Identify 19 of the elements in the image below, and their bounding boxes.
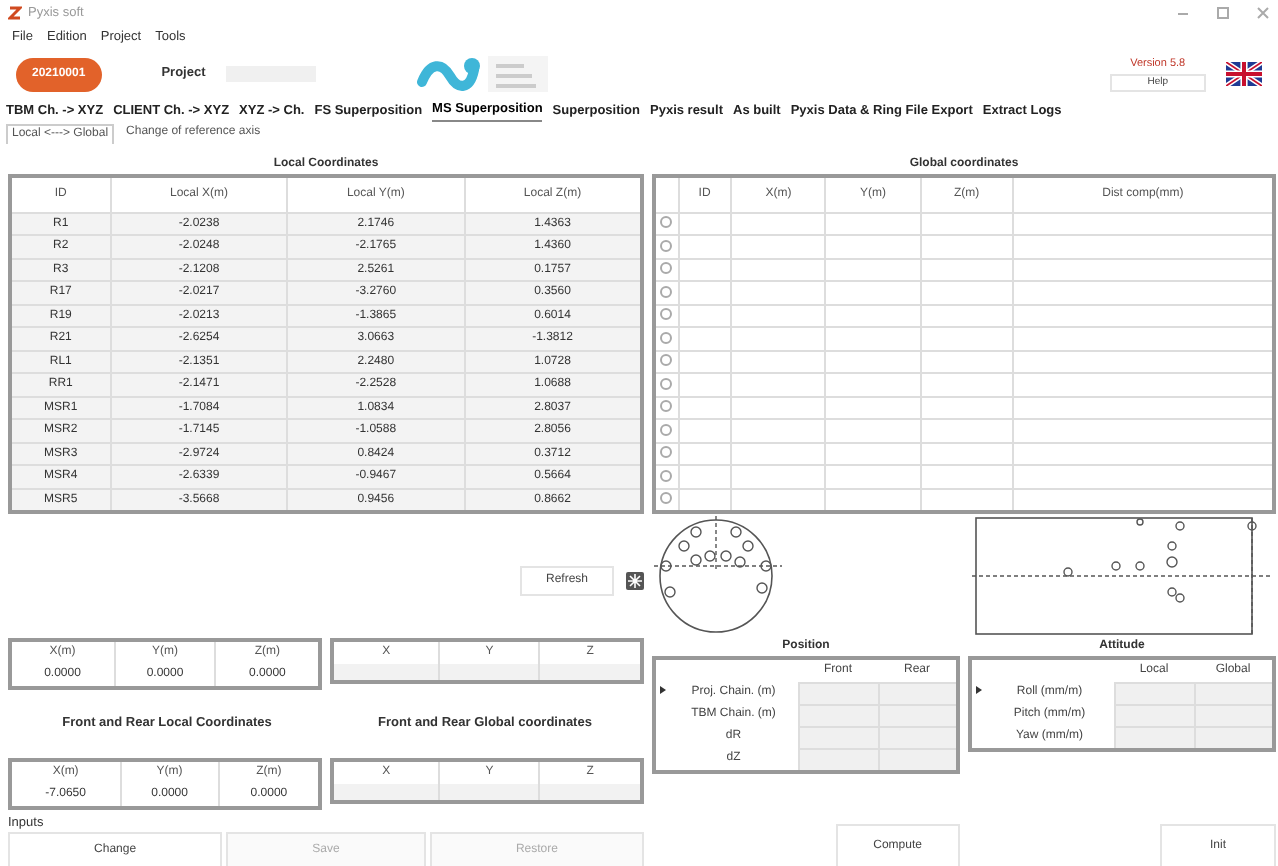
radio-button[interactable] [660, 308, 673, 321]
radio-button[interactable] [660, 285, 673, 298]
flag-icon[interactable] [1226, 62, 1262, 86]
close-icon[interactable] [1256, 6, 1270, 20]
radio-button[interactable] [660, 423, 673, 436]
radio-button[interactable] [660, 354, 673, 367]
radio-button[interactable] [660, 469, 673, 482]
radio-button[interactable] [660, 262, 673, 275]
expand-icon[interactable] [626, 572, 644, 590]
maximize-icon[interactable] [1216, 6, 1230, 20]
radio-button[interactable] [660, 446, 673, 459]
ring-diagram-drawing [652, 513, 784, 637]
radio-button[interactable] [660, 492, 673, 505]
app-icon [8, 6, 22, 20]
radio-button[interactable] [660, 377, 673, 390]
radio-button[interactable] [660, 216, 673, 229]
radio-button[interactable] [660, 400, 673, 413]
radio-button[interactable] [660, 239, 673, 252]
radio-button[interactable] [660, 331, 673, 344]
